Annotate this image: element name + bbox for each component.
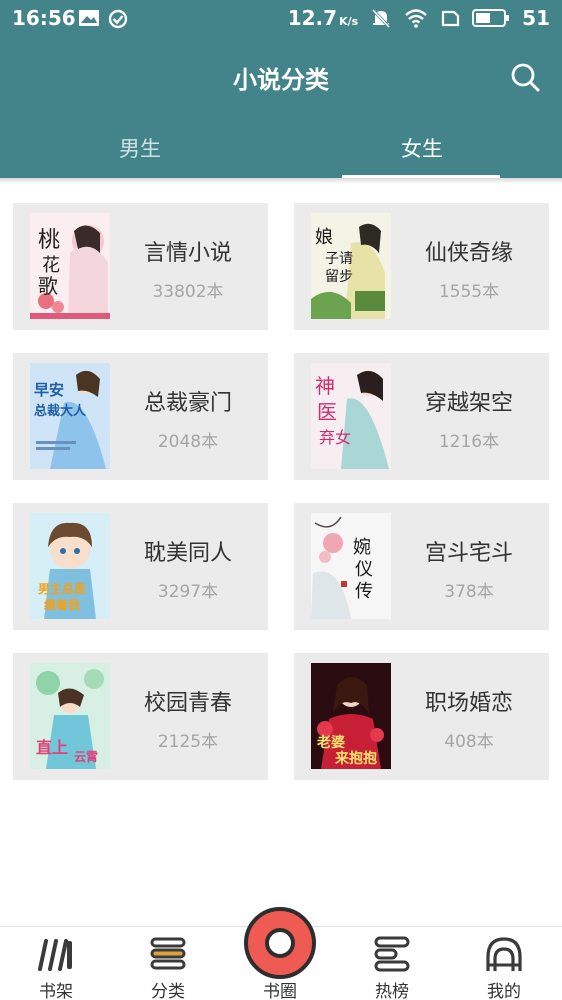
category-count: 1555本 (438, 282, 500, 302)
category-name: 言情小说 (143, 241, 232, 266)
svg-text:桃: 桃 (38, 228, 60, 253)
nav-label: 我的 (487, 982, 521, 1000)
book-circle-icon (244, 907, 316, 979)
svg-text:留步: 留步 (325, 269, 353, 285)
wifi-icon (405, 9, 427, 28)
category-name: 职场婚恋 (424, 691, 513, 716)
nav-label: 书架 (39, 982, 73, 1000)
svg-text:医: 医 (317, 400, 337, 424)
category-card[interactable]: 直上 云霄 校园青春 2125本 (13, 653, 268, 780)
category-count: 2048本 (157, 432, 219, 452)
sim-card-icon (442, 10, 460, 27)
header: 16:56 12.7 K/s 51 小说分类 男生 女生 (0, 0, 562, 179)
svg-text:云霄: 云霄 (74, 750, 98, 764)
nav-label: 分类 (151, 982, 185, 1000)
book-cover-image: 老婆 来抱抱 (311, 663, 391, 769)
status-time: 16:56 (12, 6, 76, 30)
svg-text:缠着我: 缠着我 (44, 597, 80, 612)
network-speed: 12.7 K/s (288, 6, 358, 30)
svg-text:弃女: 弃女 (319, 428, 351, 447)
book-cover-image: 婉 仪 传 (311, 513, 391, 619)
svg-text:总裁大人: 总裁大人 (34, 403, 87, 419)
tab-male[interactable]: 男生 (60, 125, 220, 178)
category-card[interactable]: 老婆 来抱抱 职场婚恋 408本 (294, 653, 549, 780)
svg-text:婉: 婉 (353, 537, 371, 558)
svg-text:歌: 歌 (38, 274, 58, 298)
hot-list-icon (374, 936, 410, 972)
category-card[interactable]: 神 医 弃女 穿越架空 1216本 (294, 353, 549, 480)
category-card[interactable]: 早安 总裁大人 总裁豪门 2048本 (13, 353, 268, 480)
header-shadow (0, 178, 562, 184)
svg-text:传: 传 (355, 581, 373, 602)
category-card[interactable]: 男主总是 缠着我 耽美同人 3297本 (13, 503, 268, 630)
bookshelf-icon (38, 939, 72, 971)
nav-book-circle[interactable]: 书圈 (224, 907, 336, 1000)
svg-text:子请: 子请 (325, 251, 353, 267)
profile-icon (486, 937, 522, 971)
category-count: 2125本 (157, 732, 219, 752)
app-root: 16:56 12.7 K/s 51 小说分类 男生 女生 桃 花 歌 言情小说 … (0, 0, 562, 1000)
svg-text:直上: 直上 (36, 738, 68, 757)
book-cover-image: 娘 子请 留步 (311, 213, 391, 319)
svg-text:仪: 仪 (355, 559, 373, 580)
category-name: 校园青春 (143, 691, 232, 716)
battery-level: 51 (522, 6, 550, 30)
category-name: 耽美同人 (143, 541, 232, 566)
nav-category[interactable]: 分类 (112, 927, 224, 1000)
book-cover-image: 早安 总裁大人 (30, 363, 110, 469)
category-card[interactable]: 婉 仪 传 宫斗宅斗 378本 (294, 503, 549, 630)
image-notification-icon (79, 10, 99, 26)
svg-text:花: 花 (42, 255, 60, 276)
battery-icon (472, 9, 510, 27)
nav-label: 热榜 (375, 982, 409, 1000)
search-icon[interactable] (510, 62, 540, 92)
category-name: 仙侠奇缘 (424, 241, 513, 266)
category-card[interactable]: 娘 子请 留步 仙侠奇缘 1555本 (294, 203, 549, 330)
book-cover-image: 神 医 弃女 (311, 363, 391, 469)
category-count: 378本 (444, 582, 494, 602)
speed-value: 12.7 (287, 6, 338, 30)
status-left-icons (78, 9, 128, 29)
category-icon (150, 937, 186, 970)
category-count: 33802本 (152, 282, 224, 302)
svg-text:早安: 早安 (34, 381, 64, 399)
category-card[interactable]: 桃 花 歌 言情小说 33802本 (13, 203, 268, 330)
bottom-navigation: 书架 分类 书圈 热榜 我的 (0, 907, 562, 1000)
category-name: 穿越架空 (424, 391, 513, 416)
category-count: 3297本 (157, 582, 219, 602)
mute-bell-icon (372, 8, 391, 29)
nav-bookshelf[interactable]: 书架 (0, 927, 112, 1000)
tab-female[interactable]: 女生 (342, 125, 502, 178)
svg-text:娘: 娘 (315, 227, 333, 248)
svg-text:来抱抱: 来抱抱 (334, 750, 377, 767)
gender-tabs: 男生 女生 (0, 125, 562, 179)
page-title: 小说分类 (233, 66, 329, 94)
svg-text:神: 神 (315, 374, 335, 398)
book-cover-image: 直上 云霄 (30, 663, 110, 769)
svg-text:老婆: 老婆 (317, 734, 345, 751)
nav-profile[interactable]: 我的 (448, 927, 560, 1000)
category-name: 宫斗宅斗 (424, 541, 513, 566)
nav-label: 书圈 (263, 982, 297, 1000)
svg-text:男主总是: 男主总是 (38, 581, 87, 596)
status-right: 12.7 K/s 51 (288, 6, 550, 30)
check-circle-icon (108, 9, 128, 29)
book-cover-image: 桃 花 歌 (30, 213, 110, 319)
category-count: 1216本 (438, 432, 500, 452)
category-name: 总裁豪门 (143, 391, 232, 416)
book-cover-image: 男主总是 缠着我 (30, 513, 110, 619)
status-bar: 16:56 12.7 K/s 51 (0, 0, 562, 36)
speed-unit: K/s (339, 15, 359, 28)
nav-hot-list[interactable]: 热榜 (336, 927, 448, 1000)
category-count: 408本 (444, 732, 494, 752)
